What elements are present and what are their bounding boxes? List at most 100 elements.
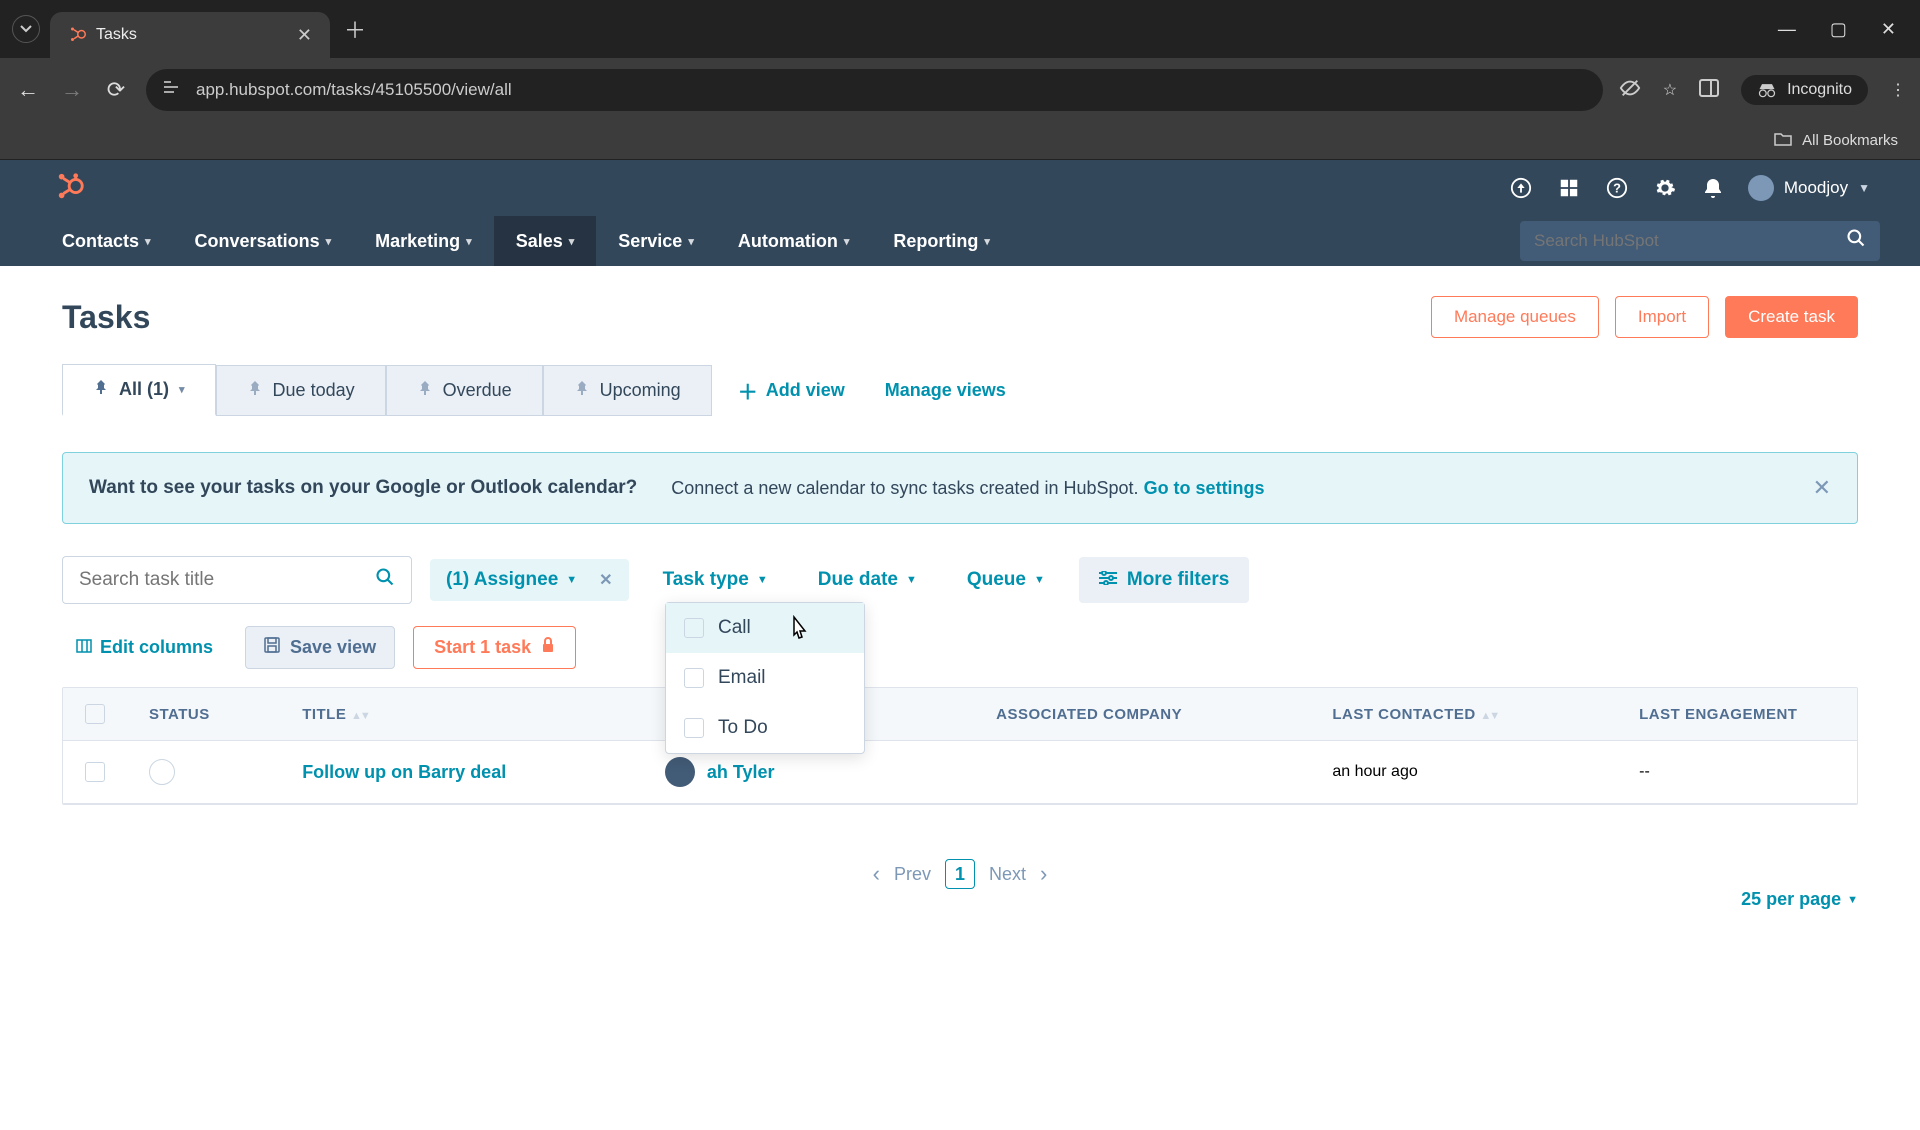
nav-marketing[interactable]: Marketing▾	[353, 216, 494, 266]
add-view-button[interactable]: ＋ Add view	[738, 376, 845, 405]
incognito-icon	[1757, 82, 1777, 98]
settings-gear-icon[interactable]	[1652, 175, 1678, 201]
table-row[interactable]: Follow up on Barry deal ah Tyler an hour…	[63, 741, 1858, 804]
notifications-bell-icon[interactable]	[1700, 175, 1726, 201]
col-status[interactable]: STATUS	[127, 688, 280, 741]
tab-title: Tasks	[96, 26, 287, 44]
nav-sales[interactable]: Sales▾	[494, 216, 597, 266]
page-number-current[interactable]: 1	[945, 859, 975, 889]
plus-icon: ＋	[738, 376, 758, 405]
filter-due-date[interactable]: Due date ▼	[802, 559, 933, 601]
create-task-button[interactable]: Create task	[1725, 296, 1858, 338]
edit-columns-button[interactable]: Edit columns	[62, 627, 227, 668]
status-toggle[interactable]	[149, 759, 175, 785]
task-title-link[interactable]: Follow up on Barry deal	[280, 741, 643, 804]
browser-tab[interactable]: Tasks ✕	[50, 12, 330, 58]
filter-icon	[1099, 569, 1117, 591]
clear-assignee-filter-icon[interactable]: ✕	[599, 570, 612, 590]
col-title[interactable]: TITLE ▲▼	[280, 688, 643, 741]
nav-conversations[interactable]: Conversations▾	[173, 216, 354, 266]
incognito-indicator[interactable]: Incognito	[1741, 75, 1868, 105]
task-type-option-call[interactable]: Call	[666, 603, 864, 653]
calendar-sync-banner: Want to see your tasks on your Google or…	[62, 452, 1858, 524]
help-icon[interactable]: ?	[1604, 175, 1630, 201]
row-checkbox[interactable]	[85, 762, 105, 782]
next-page-button[interactable]: Next	[989, 864, 1026, 885]
new-tab-button[interactable]: ＋	[344, 13, 366, 45]
banner-body: Connect a new calendar to sync tasks cre…	[671, 478, 1138, 498]
tasks-table: STATUS TITLE ▲▼ ASSOCIATED CONTACT ASSOC…	[62, 687, 1858, 805]
upgrade-icon[interactable]	[1508, 175, 1534, 201]
per-page-selector[interactable]: 25 per page ▼	[1741, 889, 1858, 910]
checkbox[interactable]	[684, 668, 704, 688]
save-view-button[interactable]: Save view	[245, 626, 395, 669]
filter-assignee[interactable]: (1) Assignee ▼ ✕	[430, 559, 629, 601]
bookmark-star-icon[interactable]: ☆	[1663, 80, 1677, 100]
task-type-option-email[interactable]: Email	[666, 653, 864, 703]
visibility-off-icon[interactable]	[1619, 77, 1641, 104]
browser-menu-icon[interactable]: ⋮	[1890, 80, 1906, 100]
search-icon[interactable]	[1846, 228, 1866, 254]
checkbox[interactable]	[684, 718, 704, 738]
filter-task-type[interactable]: Task type ▼	[647, 559, 784, 601]
checkbox[interactable]	[684, 618, 704, 638]
marketplace-icon[interactable]	[1556, 175, 1582, 201]
filter-queue[interactable]: Queue ▼	[951, 559, 1061, 601]
company-cell	[974, 741, 1310, 804]
view-tab-all[interactable]: All (1) ▾	[62, 364, 216, 416]
all-bookmarks-link[interactable]: All Bookmarks	[1802, 132, 1898, 149]
manage-views-link[interactable]: Manage views	[885, 380, 1006, 401]
next-page-icon[interactable]: ›	[1040, 861, 1047, 887]
global-search[interactable]	[1520, 221, 1880, 261]
view-tab-overdue[interactable]: Overdue	[386, 365, 543, 416]
back-button[interactable]: ←	[14, 76, 42, 104]
import-button[interactable]: Import	[1615, 296, 1709, 338]
table-header-row: STATUS TITLE ▲▼ ASSOCIATED CONTACT ASSOC…	[63, 688, 1858, 741]
task-search[interactable]	[62, 556, 412, 604]
close-window-icon[interactable]: ✕	[1881, 19, 1896, 40]
user-menu[interactable]: Moodjoy ▼	[1748, 175, 1870, 201]
prev-page-icon[interactable]: ‹	[873, 861, 880, 887]
chevron-down-icon: ▼	[1847, 894, 1858, 906]
task-type-dropdown: Call Email To Do	[665, 602, 865, 754]
nav-automation[interactable]: Automation▾	[716, 216, 872, 266]
tab-list-dropdown[interactable]	[12, 15, 40, 43]
col-last-contacted[interactable]: LAST CONTACTED ▲▼	[1310, 688, 1617, 741]
chevron-down-icon: ▼	[906, 574, 917, 586]
banner-close-icon[interactable]: ✕	[1813, 475, 1831, 501]
address-bar[interactable]: app.hubspot.com/tasks/45105500/view/all	[146, 69, 1603, 111]
manage-queues-button[interactable]: Manage queues	[1431, 296, 1599, 338]
maximize-icon[interactable]: ▢	[1830, 19, 1847, 40]
prev-page-button[interactable]: Prev	[894, 864, 931, 885]
side-panel-icon[interactable]	[1699, 79, 1719, 102]
forward-button: →	[58, 76, 86, 104]
view-tab-due-today[interactable]: Due today	[216, 365, 386, 416]
view-tab-upcoming[interactable]: Upcoming	[543, 365, 712, 416]
chevron-down-icon: ▼	[1034, 574, 1045, 586]
minimize-icon[interactable]: —	[1778, 19, 1796, 40]
select-all-checkbox[interactable]	[85, 704, 105, 724]
task-type-option-todo[interactable]: To Do	[666, 703, 864, 753]
contact-avatar	[665, 757, 695, 787]
pin-icon	[417, 380, 433, 401]
close-tab-icon[interactable]: ✕	[297, 25, 312, 46]
hubspot-logo[interactable]	[56, 171, 86, 206]
page-title: Tasks	[62, 299, 150, 336]
col-associated-company[interactable]: ASSOCIATED COMPANY	[974, 688, 1310, 741]
banner-go-to-settings-link[interactable]: Go to settings	[1144, 478, 1265, 498]
save-icon	[264, 637, 280, 658]
pagination: ‹ Prev 1 Next ›	[62, 859, 1858, 889]
contact-link[interactable]: ah Tyler	[707, 762, 775, 783]
reload-button[interactable]: ⟳	[102, 76, 130, 104]
search-icon[interactable]	[375, 567, 395, 593]
more-filters-button[interactable]: More filters	[1079, 557, 1249, 603]
global-search-input[interactable]	[1534, 231, 1846, 251]
col-last-engagement[interactable]: LAST ENGAGEMENT	[1617, 688, 1858, 741]
start-task-button[interactable]: Start 1 task	[413, 626, 576, 669]
site-info-icon[interactable]	[164, 80, 182, 100]
nav-contacts[interactable]: Contacts▾	[40, 216, 173, 266]
nav-service[interactable]: Service▾	[596, 216, 716, 266]
user-avatar	[1748, 175, 1774, 201]
task-search-input[interactable]	[79, 569, 375, 591]
nav-reporting[interactable]: Reporting▾	[871, 216, 1012, 266]
